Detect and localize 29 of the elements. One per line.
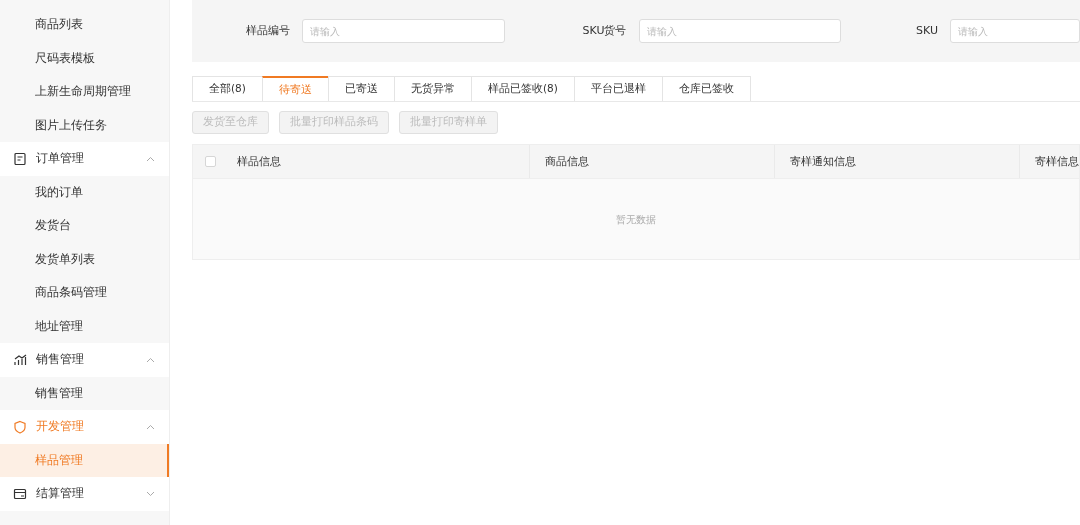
column-header: 商品信息	[545, 153, 589, 169]
empty-text: 暂无数据	[616, 212, 656, 227]
input-field[interactable]: 请输入	[638, 19, 842, 43]
chevron-icon	[146, 356, 155, 363]
menu-group-label: 订单管理	[36, 150, 85, 168]
menu-group-label: 结算管理	[36, 485, 85, 503]
document-icon	[13, 151, 27, 166]
bar-chart-icon	[13, 352, 27, 367]
column-header: 寄样信息	[1035, 153, 1079, 169]
menu-group[interactable]: 结算管理	[0, 477, 169, 511]
tab[interactable]: 全部(8)	[192, 76, 263, 101]
filter-label: SKU货号	[582, 22, 627, 39]
shield-icon	[13, 419, 27, 434]
menu-group-label: 销售管理	[36, 351, 85, 369]
filter-label: SKU	[916, 22, 938, 39]
input-field[interactable]: 请输入	[950, 19, 1080, 43]
card-icon	[13, 486, 27, 501]
menu-group[interactable]: 销售管理	[0, 343, 169, 377]
menu-group[interactable]: 订单管理	[0, 142, 169, 176]
chevron-icon	[146, 490, 155, 497]
tab[interactable]: 仓库已签收	[661, 76, 751, 101]
menu-group-label: 开发管理	[36, 418, 85, 436]
chevron-icon	[146, 155, 155, 162]
column-header: 样品信息	[237, 153, 281, 169]
filter-label: 样品编号	[246, 22, 290, 39]
chevron-icon	[146, 423, 155, 430]
input-field[interactable]: 请输入	[302, 19, 505, 43]
checkbox[interactable]	[205, 156, 216, 167]
column-header: 寄样通知信息	[790, 153, 856, 169]
